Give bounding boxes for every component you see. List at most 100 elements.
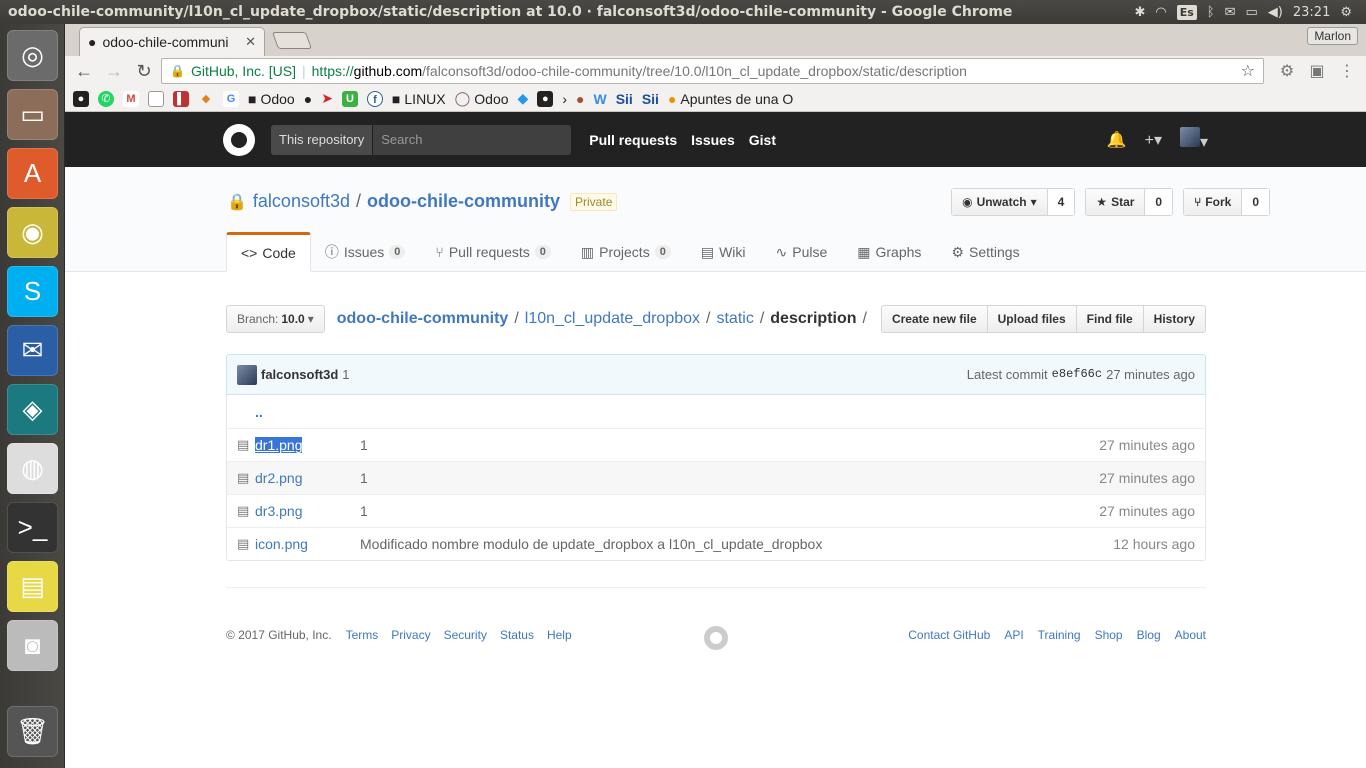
trash-icon[interactable]: 🗑 xyxy=(7,706,58,757)
tab-pulse[interactable]: ∿ Pulse xyxy=(776,232,844,272)
github-logo-icon[interactable] xyxy=(223,123,255,156)
forks-count[interactable]: 0 xyxy=(1242,189,1269,215)
find-file-button[interactable]: Find file xyxy=(1075,305,1144,333)
clock[interactable]: 23:21 xyxy=(1293,5,1330,20)
bookmark-sii-1[interactable]: Sii xyxy=(616,91,633,107)
header-issues-link[interactable]: Issues xyxy=(691,132,735,148)
bookmark-w[interactable]: W xyxy=(593,91,606,107)
breadcrumb-link-module[interactable]: l10n_cl_update_dropbox xyxy=(525,310,700,328)
unwatch-button[interactable]: ◉ Unwatch ▾ xyxy=(952,189,1048,215)
bookmark-whatsapp[interactable]: ✆ xyxy=(98,90,114,107)
tab-wiki[interactable]: ▤ Wiki xyxy=(701,232,762,272)
close-tab-icon[interactable]: ✕ xyxy=(245,34,256,50)
back-button[interactable]: ← xyxy=(71,58,97,84)
bookmark-star-icon[interactable]: ☆ xyxy=(1241,61,1255,81)
breadcrumb-root-link[interactable]: odoo-chile-community xyxy=(337,310,509,328)
footer-link-about[interactable]: About xyxy=(1175,628,1206,642)
chrome-menu-icon[interactable]: ⋮ xyxy=(1334,58,1360,84)
secure-lock-icon[interactable]: 🔒 xyxy=(170,64,185,78)
file-name-link[interactable]: dr2.png xyxy=(255,470,360,486)
tab-code[interactable]: <> Code xyxy=(226,232,311,272)
volume-icon[interactable]: ◀) xyxy=(1268,5,1283,20)
user-menu[interactable]: ▾ xyxy=(1179,127,1208,152)
url-text[interactable]: https://github.com/falconsoft3d/odoo-chi… xyxy=(312,63,1235,79)
bookmark-apple[interactable]: ● xyxy=(304,91,312,107)
footer-link-api[interactable]: API xyxy=(1004,628,1023,642)
commit-sha-link[interactable]: e8ef66c xyxy=(1052,367,1102,382)
commit-message-link[interactable]: 1 xyxy=(342,367,349,382)
mail-icon[interactable]: ✉ xyxy=(1225,5,1236,20)
file-commit-message[interactable]: Modificado nombre modulo de update_dropb… xyxy=(360,536,1113,552)
footer-link-security[interactable]: Security xyxy=(444,628,487,642)
bookmark-gmail[interactable]: M xyxy=(123,90,139,107)
bookmark-page[interactable] xyxy=(148,90,164,107)
keyboard-layout-indicator[interactable]: Es xyxy=(1176,4,1197,20)
profile-button[interactable]: Marlon xyxy=(1307,27,1358,45)
bookmark-f[interactable]: f xyxy=(366,90,383,107)
bookmark-odoo[interactable]: ◯ Odoo xyxy=(455,90,509,107)
file-commit-message[interactable]: 1 xyxy=(360,503,1099,519)
launcher-camera-icon[interactable]: ◙ xyxy=(7,620,58,671)
footer-link-terms[interactable]: Terms xyxy=(346,628,379,642)
branch-select-button[interactable]: Branch: 10.0 ▾ xyxy=(226,305,325,333)
upload-files-button[interactable]: Upload files xyxy=(986,305,1077,333)
launcher-skype-icon[interactable]: S xyxy=(7,266,58,317)
file-name-link[interactable]: icon.png xyxy=(255,536,360,552)
tab-issues[interactable]: ⓘ Issues 0 xyxy=(325,232,422,272)
stargazers-count[interactable]: 0 xyxy=(1145,189,1173,215)
bookmark-chevron[interactable]: › xyxy=(562,91,567,107)
bookmark-google[interactable]: G xyxy=(223,90,239,107)
search-input[interactable] xyxy=(373,124,572,155)
launcher-software-center-icon[interactable]: A xyxy=(7,148,58,199)
footer-link-privacy[interactable]: Privacy xyxy=(391,628,430,642)
footer-link-training[interactable]: Training xyxy=(1038,628,1081,642)
file-name-link[interactable]: dr3.png xyxy=(255,503,360,519)
footer-link-blog[interactable]: Blog xyxy=(1137,628,1161,642)
avatar[interactable] xyxy=(237,364,257,385)
tab-pull-requests[interactable]: ⑂ Pull requests 0 xyxy=(435,232,566,272)
tab-settings[interactable]: ⚙ Settings xyxy=(951,232,1035,272)
forward-button[interactable]: → xyxy=(101,58,127,84)
bookmark-github[interactable]: ● xyxy=(73,90,89,107)
fork-button[interactable]: ⑂ Fork xyxy=(1184,189,1243,215)
bookmark-monkey[interactable]: ● xyxy=(576,91,584,107)
footer-link-shop[interactable]: Shop xyxy=(1095,628,1123,642)
bookmark-arrows[interactable]: ◆ xyxy=(198,90,214,107)
new-tab-button[interactable] xyxy=(271,32,313,49)
create-new-plus-icon[interactable]: +▾ xyxy=(1145,130,1162,150)
launcher-thunderbird-icon[interactable]: ✉ xyxy=(7,325,58,376)
star-button[interactable]: ★ Star xyxy=(1086,189,1146,215)
tab-graphs[interactable]: ▦ Graphs xyxy=(857,232,937,272)
wifi-icon[interactable]: ◠ xyxy=(1155,5,1166,20)
footer-link-contact-github[interactable]: Contact GitHub xyxy=(908,628,990,642)
bookmark-docker[interactable]: ◆ xyxy=(518,90,529,107)
bookmark-u[interactable]: U xyxy=(341,90,358,107)
gear-icon[interactable]: ⚙ xyxy=(1340,5,1352,20)
launcher-notes-icon[interactable]: ▤ xyxy=(7,561,58,612)
launcher-file-manager-icon[interactable]: ▭ xyxy=(7,89,58,140)
ev-certificate-name[interactable]: GitHub, Inc. [US] xyxy=(191,63,296,79)
repo-owner-link[interactable]: falconsoft3d xyxy=(253,191,350,212)
github-mark-icon[interactable] xyxy=(704,626,728,650)
bookmark-red-arrow[interactable]: ➤ xyxy=(321,90,333,107)
footer-link-status[interactable]: Status xyxy=(500,628,534,642)
header-gist-link[interactable]: Gist xyxy=(749,132,776,148)
tab-projects[interactable]: ▥ Projects 0 xyxy=(581,232,687,272)
footer-link-help[interactable]: Help xyxy=(547,628,572,642)
header-pull-requests-link[interactable]: Pull requests xyxy=(589,132,677,148)
reload-button[interactable]: ↻ xyxy=(131,58,157,84)
extension-box-icon[interactable]: ▣ xyxy=(1304,58,1330,84)
parent-directory-link[interactable]: .. xyxy=(237,404,263,420)
file-commit-message[interactable]: 1 xyxy=(360,470,1099,486)
battery-icon[interactable]: ▭ xyxy=(1246,5,1258,20)
commit-author-link[interactable]: falconsoft3d xyxy=(261,367,338,382)
notifications-bell-icon[interactable]: 🔔 xyxy=(1107,130,1127,150)
watchers-count[interactable]: 4 xyxy=(1047,189,1075,215)
launcher-gitkraken-icon[interactable]: ◈ xyxy=(7,384,58,435)
breadcrumb-link-static[interactable]: static xyxy=(716,310,753,328)
launcher-ubuntu-dash-icon[interactable]: ◎ xyxy=(7,30,58,81)
bookmark-folder-odoo[interactable]: ■ Odoo xyxy=(248,91,295,107)
browser-tab[interactable]: ● odoo-chile-communi ✕ xyxy=(79,27,265,56)
file-commit-message[interactable]: 1 xyxy=(360,437,1099,453)
bluetooth-icon[interactable]: ᛒ xyxy=(1207,5,1215,20)
